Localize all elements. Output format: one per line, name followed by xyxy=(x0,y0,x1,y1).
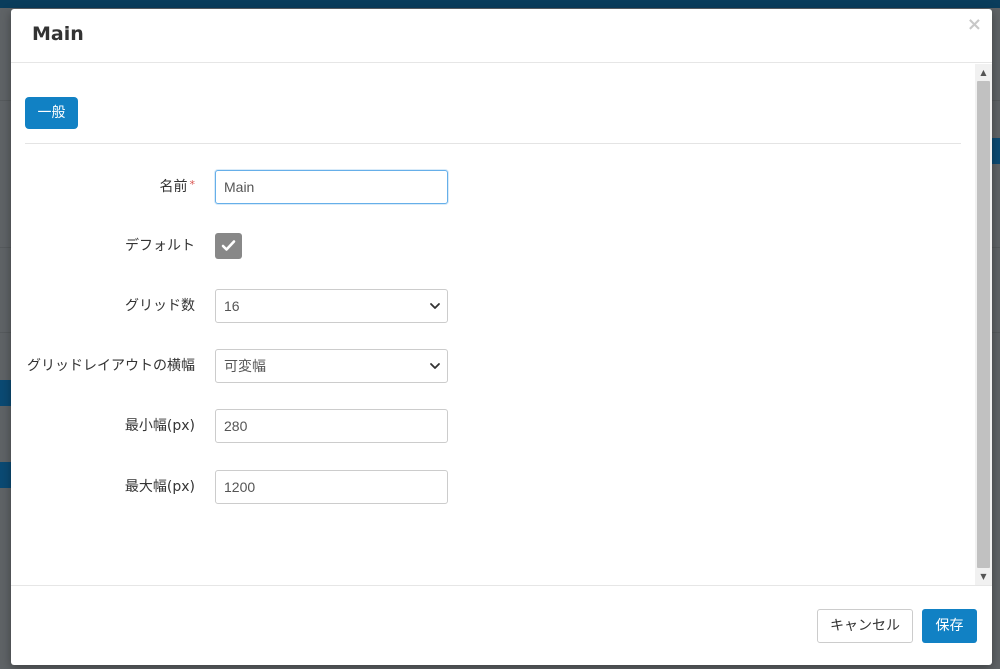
default-label: デフォルト xyxy=(125,238,195,254)
chevron-down-icon xyxy=(430,303,440,309)
grid-count-select[interactable]: 16 xyxy=(215,289,448,323)
form-row-max-width: 最大幅(px) 1200 xyxy=(11,470,971,504)
scroll-down-icon[interactable]: ▼ xyxy=(975,568,992,585)
max-width-input[interactable]: 1200 xyxy=(215,470,448,504)
background-blue-bar xyxy=(0,380,11,406)
modal-title: Main xyxy=(32,23,84,45)
modal-scrollbar[interactable]: ▲ ▼ xyxy=(975,64,992,585)
grid-layout-width-value: 可変幅 xyxy=(224,358,266,374)
check-icon xyxy=(221,240,236,251)
tab-divider xyxy=(25,143,961,144)
min-width-label: 最小幅(px) xyxy=(124,418,195,434)
scroll-up-icon[interactable]: ▲ xyxy=(975,64,992,81)
background-blue-bar xyxy=(0,462,11,488)
chevron-down-icon xyxy=(430,363,440,369)
name-input[interactable]: Main xyxy=(215,170,448,204)
scroll-thumb[interactable] xyxy=(977,81,990,568)
cancel-button[interactable]: キャンセル xyxy=(817,609,913,643)
default-checkbox[interactable] xyxy=(215,233,242,259)
grid-count-label: グリッド数 xyxy=(125,298,195,314)
close-icon[interactable]: × xyxy=(967,14,982,35)
form-row-grid-layout-width: グリッドレイアウトの横幅 可変幅 xyxy=(11,349,971,383)
tab-general[interactable]: 一般 xyxy=(25,97,78,129)
form-row-name: 名前 * Main xyxy=(11,170,971,204)
form-row-grid-count: グリッド数 16 xyxy=(11,289,971,323)
save-button[interactable]: 保存 xyxy=(922,609,977,643)
modal-header: Main × xyxy=(11,9,992,63)
modal-dialog: Main × 一般 名前 * Main デフォルト グリッド数 16 グリッドレ… xyxy=(11,9,992,665)
required-mark: * xyxy=(189,178,196,191)
form-row-min-width: 最小幅(px) 280 xyxy=(11,409,971,443)
grid-layout-width-label: グリッドレイアウトの横幅 xyxy=(27,358,195,374)
grid-layout-width-select[interactable]: 可変幅 xyxy=(215,349,448,383)
background-topbar xyxy=(0,0,1000,8)
min-width-input[interactable]: 280 xyxy=(215,409,448,443)
modal-footer: キャンセル 保存 xyxy=(11,585,992,665)
modal-body: 一般 名前 * Main デフォルト グリッド数 16 グリッドレイアウトの横幅… xyxy=(11,64,992,585)
name-label: 名前 * xyxy=(159,178,196,195)
max-width-label: 最大幅(px) xyxy=(124,479,195,495)
background-blue-bar xyxy=(992,138,1000,164)
form-row-default: デフォルト xyxy=(11,229,971,263)
grid-count-value: 16 xyxy=(224,298,240,314)
